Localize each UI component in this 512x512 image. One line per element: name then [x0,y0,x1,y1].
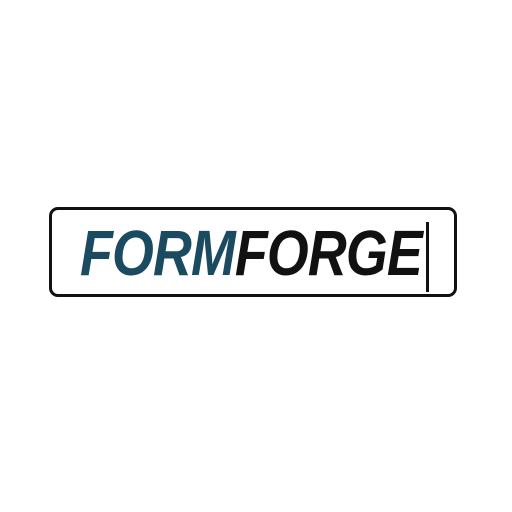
logo-word-forge: FORGE [234,217,423,289]
logo-word-form: FORM [80,217,236,289]
logo-wordmark: FORMFORGE [80,217,423,289]
text-cursor-bar [426,222,429,292]
logo-canvas: FORMFORGE [0,0,512,512]
